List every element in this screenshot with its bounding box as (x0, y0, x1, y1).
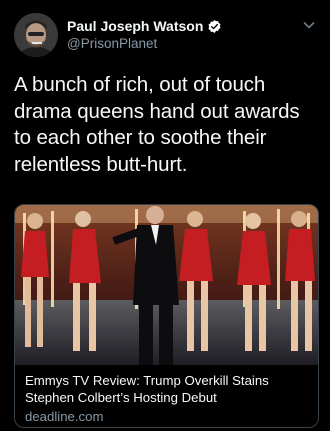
card-body[interactable]: Emmys TV Review: Trump Overkill Stains S… (15, 365, 318, 425)
card-title[interactable]: Emmys TV Review: Trump Overkill Stains S… (25, 372, 308, 406)
tweet[interactable]: Paul Joseph Watson @PrisonPlanet A bunch… (0, 0, 330, 431)
card-image[interactable] (15, 205, 318, 365)
tweet-text: A bunch of rich, out of touch drama quee… (14, 73, 300, 176)
chevron-down-icon[interactable] (302, 18, 316, 32)
avatar[interactable] (14, 13, 58, 57)
card-domain[interactable]: deadline.com (25, 408, 308, 425)
author-names: Paul Joseph Watson @PrisonPlanet (67, 17, 222, 53)
display-name-row[interactable]: Paul Joseph Watson (67, 17, 222, 35)
verified-badge-icon (207, 19, 222, 34)
link-card[interactable]: Emmys TV Review: Trump Overkill Stains S… (14, 204, 319, 428)
display-name[interactable]: Paul Joseph Watson (67, 17, 203, 35)
user-handle[interactable]: @PrisonPlanet (67, 35, 222, 53)
tweet-header: Paul Joseph Watson @PrisonPlanet (14, 12, 316, 58)
